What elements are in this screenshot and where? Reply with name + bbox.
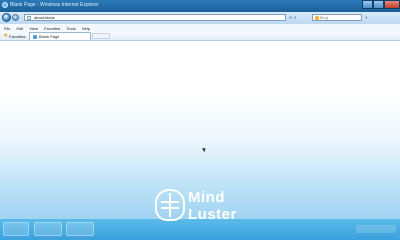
- window-title: Blank Page - Windows Internet Explorer: [10, 2, 99, 8]
- start-button[interactable]: [3, 222, 29, 236]
- favorites-bar: ★ Favorites Blank Page: [0, 32, 400, 41]
- search-placeholder: Bing: [320, 15, 329, 20]
- star-icon[interactable]: ★: [3, 33, 8, 39]
- favorites-button[interactable]: Favorites: [9, 34, 25, 39]
- taskbar-item[interactable]: [66, 222, 94, 236]
- address-url: about:blank: [34, 15, 55, 20]
- ie-logo-icon: [2, 2, 8, 8]
- watermark-word-2: Luster: [188, 206, 237, 223]
- navigation-toolbar: about:blank ⟳ ✕ Bing ⌕: [0, 12, 400, 24]
- refresh-stop-icons[interactable]: ⟳ ✕: [289, 15, 297, 20]
- search-input[interactable]: Bing: [312, 14, 362, 21]
- watermark-word-1: Mind: [188, 189, 225, 206]
- search-icon[interactable]: ⌕: [365, 15, 368, 21]
- address-bar[interactable]: about:blank: [24, 14, 286, 21]
- menu-edit[interactable]: Edit: [16, 26, 23, 31]
- menu-file[interactable]: File: [4, 26, 10, 31]
- forward-button[interactable]: [12, 14, 19, 21]
- mouse-cursor-icon: [201, 146, 208, 153]
- watermark-logo: Mind Luster: [155, 189, 245, 223]
- brain-icon: [155, 189, 185, 221]
- title-bar: Blank Page - Windows Internet Explorer: [0, 0, 400, 12]
- page-icon: [33, 35, 37, 39]
- close-button[interactable]: [384, 0, 400, 9]
- minimize-button[interactable]: [362, 0, 373, 9]
- menu-help[interactable]: Help: [82, 26, 90, 31]
- menu-tools[interactable]: Tools: [66, 26, 75, 31]
- new-tab-button[interactable]: [92, 33, 110, 39]
- taskbar-item[interactable]: [34, 222, 62, 236]
- menu-favorites[interactable]: Favorites: [44, 26, 60, 31]
- back-button[interactable]: [2, 13, 11, 22]
- system-tray[interactable]: [356, 225, 396, 233]
- menu-view[interactable]: View: [29, 26, 38, 31]
- menu-bar: File Edit View Favorites Tools Help: [0, 24, 400, 32]
- maximize-button[interactable]: [373, 0, 384, 9]
- window-controls: [362, 0, 400, 9]
- tab-label: Blank Page: [39, 34, 60, 39]
- tab-blank-page[interactable]: Blank Page: [29, 32, 91, 40]
- search-provider-icon: [315, 16, 319, 20]
- page-icon: [27, 16, 31, 20]
